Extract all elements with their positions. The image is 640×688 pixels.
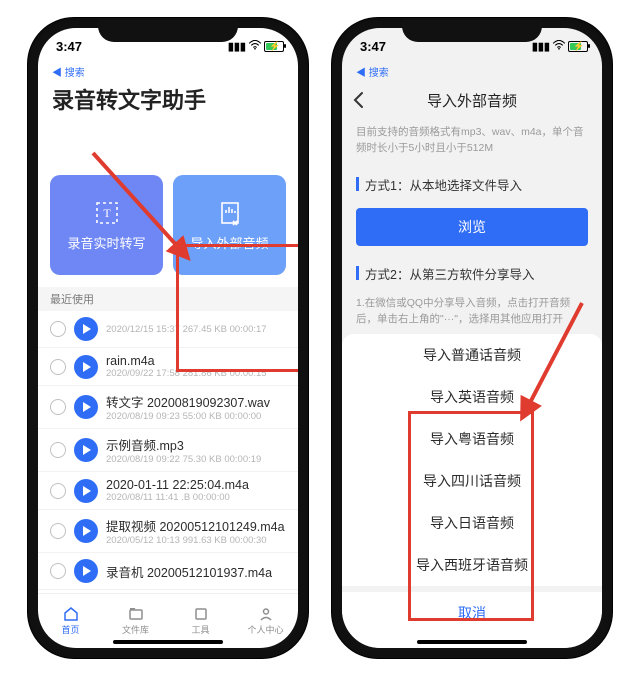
home-indicator <box>417 640 527 644</box>
status-time: 3:47 <box>56 39 82 54</box>
file-meta: 2020/08/11 11:41 .B 00:00:00 <box>106 492 249 503</box>
file-meta: 2020/12/15 15:37 267.45 KB 00:00:17 <box>106 324 267 335</box>
file-row[interactable]: rain.m4a2020/09/22 17:58 281.86 KB 00:00… <box>38 348 298 386</box>
phone-left: 3:47 ▮▮▮ ⚡ ◀ 搜索 录音转文字助手 T 录音实时转写 <box>28 18 308 658</box>
file-name: 转文字 20200819092307.wav <box>106 392 270 411</box>
file-row[interactable]: 示例音频.mp32020/08/19 09:22 75.30 KB 00:00:… <box>38 429 298 472</box>
file-meta: 2020/08/19 09:22 75.30 KB 00:00:19 <box>106 454 261 465</box>
select-circle[interactable] <box>50 483 66 499</box>
phone-right: 3:47 ▮▮▮ ⚡ ◀ 搜索 导入外部音频 目前支持的音频格式有mp3、wav… <box>332 18 612 658</box>
sheet-option[interactable]: 导入粤语音频 <box>342 418 602 460</box>
play-icon[interactable] <box>74 317 98 341</box>
select-circle[interactable] <box>50 359 66 375</box>
sheet-option[interactable]: 导入四川话音频 <box>342 460 602 502</box>
audio-import-icon <box>216 199 244 227</box>
back-to-search[interactable]: ◀ 搜索 <box>342 64 602 81</box>
tab-tools-icon <box>193 606 209 622</box>
play-icon[interactable] <box>74 438 98 462</box>
file-row[interactable]: 2020/12/15 15:37 267.45 KB 00:00:17 <box>38 311 298 348</box>
file-list: 2020/12/15 15:37 267.45 KB 00:00:17 rain.… <box>38 311 298 593</box>
screen-right: 3:47 ▮▮▮ ⚡ ◀ 搜索 导入外部音频 目前支持的音频格式有mp3、wav… <box>342 28 602 648</box>
cancel-button[interactable]: 取消 <box>342 592 602 634</box>
record-realtime-card[interactable]: T 录音实时转写 <box>50 175 163 275</box>
select-circle[interactable] <box>50 399 66 415</box>
card-label: 导入外部音频 <box>190 233 268 252</box>
play-icon[interactable] <box>74 559 98 583</box>
battery-icon: ⚡ <box>568 41 588 52</box>
file-name: 录音机 20200512101937.m4a <box>106 562 272 581</box>
tab-files-icon <box>128 606 144 622</box>
nav-bar: 导入外部音频 <box>342 81 602 119</box>
battery-icon: ⚡ <box>264 41 284 52</box>
file-name: 2020-01-11 22:25:04.m4a <box>106 478 249 492</box>
status-icons: ▮▮▮ ⚡ <box>228 40 284 53</box>
tab-home[interactable]: 首页 <box>38 594 103 648</box>
wifi-icon <box>248 40 262 53</box>
card-label: 录音实时转写 <box>67 233 145 252</box>
tab-label: 首页 <box>61 623 79 636</box>
tab-profile-icon <box>258 606 274 622</box>
method2-text: 1.在微信或QQ中分享导入音频，点击打开音频后，单击右上角的"···"，选择用其… <box>342 291 602 328</box>
status-icons: ▮▮▮ ⚡ <box>532 40 588 53</box>
recent-section-header: 最近使用 <box>38 287 298 311</box>
sheet-option[interactable]: 导入日语音频 <box>342 502 602 544</box>
file-row[interactable]: 2020-01-11 22:25:04.m4a2020/08/11 11:41 … <box>38 472 298 510</box>
file-meta: 2020/09/22 17:58 281.86 KB 00:00:15 <box>106 368 267 379</box>
file-name: rain.m4a <box>106 354 267 368</box>
signal-icon: ▮▮▮ <box>228 40 246 53</box>
file-meta: 2020/05/12 10:13 991.63 KB 00:00:30 <box>106 535 285 546</box>
sheet-option[interactable]: 导入西班牙语音频 <box>342 544 602 586</box>
sheet-option[interactable]: 导入英语音频 <box>342 376 602 418</box>
file-row[interactable]: 录音机 20200512101937.m4a <box>38 553 298 590</box>
home-indicator <box>113 640 223 644</box>
chevron-left-icon <box>348 89 370 111</box>
file-name: 示例音频.mp3 <box>106 435 261 454</box>
play-icon[interactable] <box>74 479 98 503</box>
tab-profile[interactable]: 个人中心 <box>233 594 298 648</box>
text-frame-icon: T <box>93 199 121 227</box>
play-icon[interactable] <box>74 355 98 379</box>
file-name: 提取视频 20200512101249.m4a <box>106 516 285 535</box>
play-icon[interactable] <box>74 519 98 543</box>
tab-label: 文件库 <box>122 623 149 636</box>
select-circle[interactable] <box>50 563 66 579</box>
tab-home-icon <box>63 606 79 622</box>
tab-label: 工具 <box>191 623 209 636</box>
select-circle[interactable] <box>50 523 66 539</box>
app-title: 录音转文字助手 <box>38 81 298 121</box>
method2-header: 方式2：从第三方软件分享导入 <box>342 256 602 291</box>
file-row[interactable]: 转文字 20200819092307.wav2020/08/19 09:23 5… <box>38 386 298 429</box>
browse-button[interactable]: 浏览 <box>356 208 588 246</box>
file-meta: 2020/08/19 09:23 55:00 KB 00:00:00 <box>106 411 270 422</box>
language-action-sheet: 导入普通话音频导入英语音频导入粤语音频导入四川话音频导入日语音频导入西班牙语音频… <box>342 334 602 648</box>
nav-title: 导入外部音频 <box>427 90 517 111</box>
play-icon[interactable] <box>74 395 98 419</box>
file-row[interactable]: 提取视频 20200512101249.m4a2020/05/12 10:13 … <box>38 510 298 553</box>
wifi-icon <box>552 40 566 53</box>
format-note: 目前支持的音频格式有mp3、wav、m4a，单个音频时长小于5小时且小于512M <box>342 119 602 167</box>
tab-label: 个人中心 <box>247 623 283 636</box>
screen-left: 3:47 ▮▮▮ ⚡ ◀ 搜索 录音转文字助手 T 录音实时转写 <box>38 28 298 648</box>
back-to-search[interactable]: ◀ 搜索 <box>38 64 298 81</box>
select-circle[interactable] <box>50 321 66 337</box>
select-circle[interactable] <box>50 442 66 458</box>
method1-header: 方式1：从本地选择文件导入 <box>342 167 602 202</box>
svg-text:T: T <box>103 206 111 220</box>
sheet-option[interactable]: 导入普通话音频 <box>342 334 602 376</box>
back-button[interactable] <box>348 89 370 115</box>
import-audio-card[interactable]: 导入外部音频 <box>173 175 286 275</box>
status-time: 3:47 <box>360 39 386 54</box>
action-cards: T 录音实时转写 导入外部音频 <box>38 121 298 287</box>
signal-icon: ▮▮▮ <box>532 40 550 53</box>
